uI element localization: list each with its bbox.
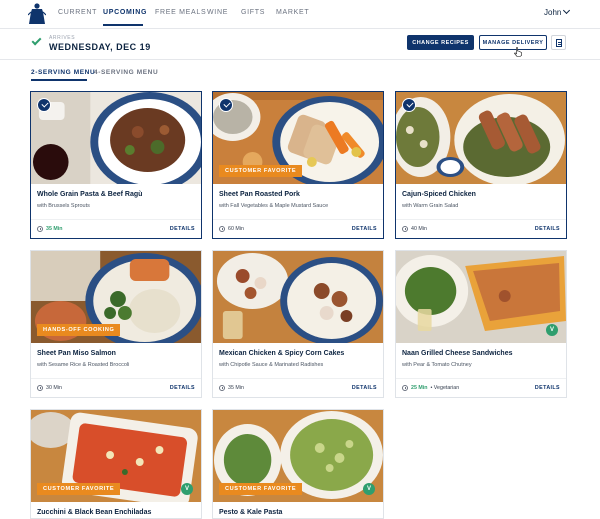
delivery-bar: ARRIVES WEDNESDAY, DEC 19 CHANGE RECIPES… — [0, 28, 600, 60]
divider — [396, 219, 566, 220]
recipe-image — [213, 251, 383, 343]
nav-market[interactable]: MARKET — [276, 9, 309, 16]
recipe-title[interactable]: Mexican Chicken & Spicy Corn Cakes — [219, 350, 344, 357]
recipe-card[interactable]: Cajun-Spiced Chicken with Warm Grain Sal… — [395, 91, 567, 239]
customer-favorite-badge: CUSTOMER FAVORITE — [37, 483, 121, 495]
recipe-title[interactable]: Pesto & Kale Pasta — [219, 509, 282, 516]
details-link[interactable]: DETAILS — [352, 385, 377, 391]
vegetarian-tag: • Vegetarian — [430, 385, 460, 391]
clock-icon — [37, 226, 43, 232]
recipe-card[interactable]: Whole Grain Pasta & Beef Ragù with Bruss… — [30, 91, 202, 239]
recipe-image — [31, 92, 201, 184]
delivery-date: WEDNESDAY, DEC 19 — [49, 42, 151, 52]
customer-favorite-badge: CUSTOMER FAVORITE — [219, 483, 303, 495]
cook-time: 35 Min — [46, 226, 63, 232]
hand-cursor-icon — [514, 47, 522, 57]
top-nav: CURRENT UPCOMING FREE MEALS WINE GIFTS M… — [0, 0, 600, 28]
nav-wine[interactable]: WINE — [207, 9, 228, 16]
manage-delivery-button[interactable]: MANAGE DELIVERY — [479, 35, 547, 50]
recipe-card[interactable]: V Naan Grilled Cheese Sandwiches with Pe… — [395, 250, 567, 398]
recipe-meta: 35 Min — [37, 226, 62, 232]
details-link[interactable]: DETAILS — [535, 226, 560, 232]
user-name: John — [544, 8, 562, 17]
tab-4-serving[interactable]: 4-SERVING MENU — [94, 69, 158, 76]
customer-favorite-badge: CUSTOMER FAVORITE — [219, 165, 303, 177]
recipe-image — [396, 92, 566, 184]
selected-check-icon — [37, 98, 51, 112]
recipe-card[interactable]: CUSTOMER FAVORITE V Zucchini & Black Bea… — [30, 409, 202, 519]
clock-icon — [219, 385, 225, 391]
user-menu[interactable]: John — [544, 6, 571, 17]
hands-off-cooking-badge: HANDS-OFF COOKING — [37, 324, 121, 336]
recipe-meta: 25 Min • Vegetarian — [402, 385, 459, 391]
clock-icon — [402, 226, 408, 232]
divider — [31, 219, 201, 220]
chevron-down-icon — [563, 6, 571, 15]
divider — [213, 378, 383, 379]
recipe-subtitle: with Warm Grain Salad — [402, 203, 459, 209]
nav-gifts[interactable]: GIFTS — [241, 9, 265, 16]
vegetarian-icon: V — [546, 324, 558, 336]
nav-active-indicator — [103, 24, 143, 26]
recipe-card[interactable]: HANDS-OFF COOKING Sheet Pan Miso Salmon … — [30, 250, 202, 398]
cook-time: 35 Min — [228, 385, 244, 391]
selected-check-icon — [219, 98, 233, 112]
nav-upcoming[interactable]: UPCOMING — [103, 9, 147, 16]
recipe-title[interactable]: Whole Grain Pasta & Beef Ragù — [37, 191, 142, 198]
cook-time: 25 Min — [411, 385, 428, 391]
recipe-meta: 30 Min — [37, 385, 62, 391]
recipe-subtitle: with Sesame Rice & Roasted Broccoli — [37, 362, 130, 368]
cook-time: 30 Min — [46, 385, 62, 391]
clock-icon — [219, 226, 225, 232]
selected-check-icon — [402, 98, 416, 112]
document-icon — [556, 39, 562, 47]
details-link[interactable]: DETAILS — [535, 385, 560, 391]
details-link[interactable]: DETAILS — [170, 226, 195, 232]
document-button[interactable] — [551, 35, 566, 50]
recipe-subtitle: with Fall Vegetables & Maple Mustard Sau… — [219, 203, 329, 209]
nav-free-meals[interactable]: FREE MEALS — [155, 9, 206, 16]
recipe-image — [396, 251, 566, 343]
divider — [31, 378, 201, 379]
recipe-title[interactable]: Cajun-Spiced Chicken — [402, 191, 476, 198]
tab-2-serving[interactable]: 2-SERVING MENU — [31, 69, 95, 76]
recipe-title[interactable]: Sheet Pan Roasted Pork — [219, 191, 300, 198]
recipe-meta: 60 Min — [219, 226, 244, 232]
blue-apron-logo-icon[interactable] — [28, 3, 46, 25]
recipe-card[interactable]: CUSTOMER FAVORITE Sheet Pan Roasted Pork… — [212, 91, 384, 239]
details-link[interactable]: DETAILS — [352, 226, 377, 232]
cook-time: 40 Min — [411, 226, 427, 232]
clock-icon — [402, 385, 408, 391]
tab-active-indicator — [31, 79, 87, 81]
divider — [396, 378, 566, 379]
recipe-subtitle: with Brussels Sprouts — [37, 203, 90, 209]
arrives-label: ARRIVES — [49, 35, 76, 41]
recipe-card[interactable]: Mexican Chicken & Spicy Corn Cakes with … — [212, 250, 384, 398]
vegetarian-icon: V — [363, 483, 375, 495]
recipe-meta: 35 Min — [219, 385, 244, 391]
change-recipes-button[interactable]: CHANGE RECIPES — [407, 35, 474, 50]
recipe-card[interactable]: CUSTOMER FAVORITE V Pesto & Kale Pasta — [212, 409, 384, 519]
recipe-subtitle: with Pear & Tomato Chutney — [402, 362, 472, 368]
details-link[interactable]: DETAILS — [170, 385, 195, 391]
cook-time: 60 Min — [228, 226, 244, 232]
recipe-subtitle: with Chipotle Sauce & Marinated Radishes — [219, 362, 324, 368]
divider — [213, 219, 383, 220]
recipe-title[interactable]: Naan Grilled Cheese Sandwiches — [402, 350, 513, 357]
recipe-title[interactable]: Zucchini & Black Bean Enchiladas — [37, 509, 151, 516]
check-icon — [31, 35, 42, 46]
clock-icon — [37, 385, 43, 391]
recipe-meta: 40 Min — [402, 226, 427, 232]
recipe-title[interactable]: Sheet Pan Miso Salmon — [37, 350, 116, 357]
vegetarian-icon: V — [181, 483, 193, 495]
nav-current[interactable]: CURRENT — [58, 9, 97, 16]
